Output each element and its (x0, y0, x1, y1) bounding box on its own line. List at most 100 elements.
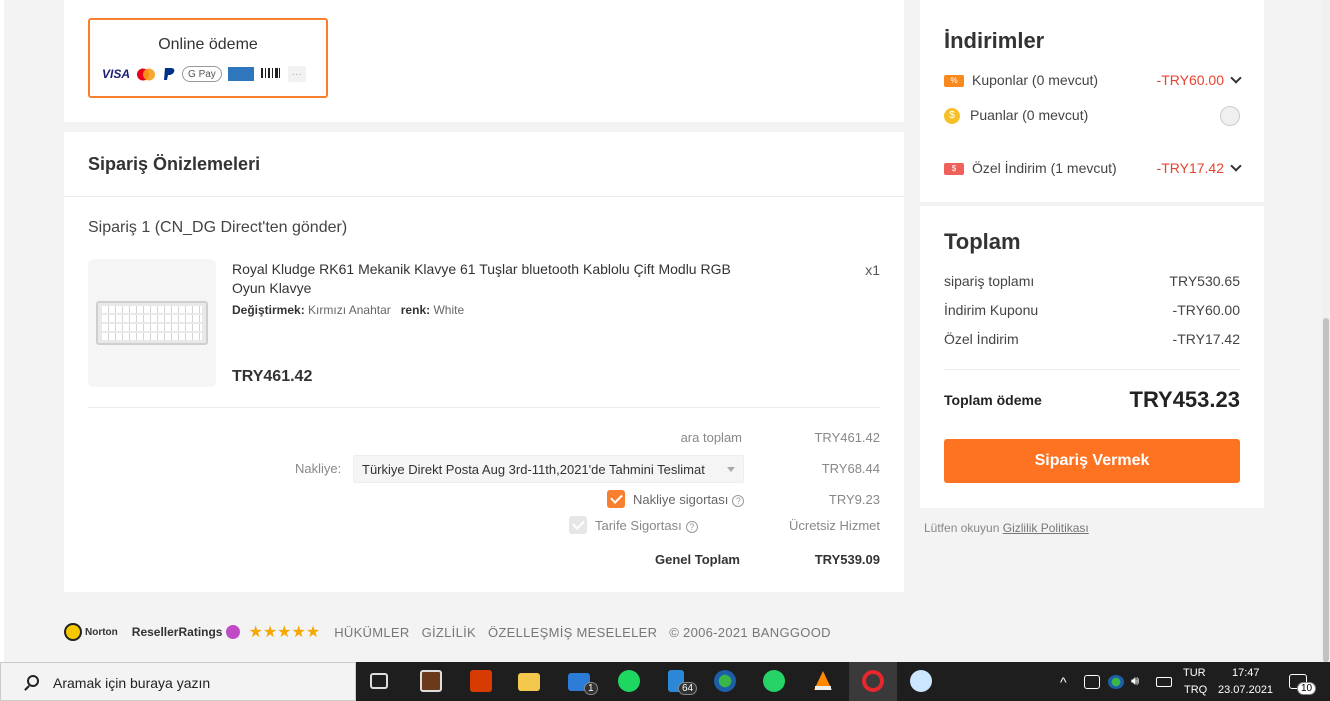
points-row: $ Puanlar (0 mevcut) (944, 106, 1240, 126)
product-attributes: Değiştirmek: Kırmızı Anahtar renk: White (232, 303, 464, 317)
vlc-icon[interactable] (812, 670, 834, 692)
shipping-insurance-checkbox[interactable] (607, 490, 625, 508)
notification-count: 10 (1297, 682, 1317, 695)
divider (64, 196, 904, 197)
order-total-label: sipariş toplamı (944, 273, 1035, 289)
coupons-value: -TRY60.00 (1156, 72, 1224, 88)
chevron-down-icon[interactable] (1230, 160, 1242, 172)
footer-link-terms[interactable]: HÜKÜMLER (334, 625, 409, 640)
search-icon (27, 675, 39, 687)
amex-logo (227, 67, 254, 81)
tariff-insurance-checkbox (569, 516, 587, 534)
product-image[interactable] (88, 259, 216, 387)
battery-icon[interactable] (1156, 677, 1172, 687)
attr-switch-label: Değiştirmek: (232, 303, 305, 317)
payment-total-label: Toplam ödeme (944, 392, 1042, 408)
minecraft-icon[interactable] (420, 670, 442, 692)
special-discount-row[interactable]: $ Özel İndirim (1 mevcut) -TRY17.42 (944, 160, 1242, 176)
verified-icon (226, 625, 241, 639)
footer-link-privacy[interactable]: GİZLİLİK (422, 625, 476, 640)
boleto-logo (260, 66, 282, 82)
footer-copyright: © 2006-2021 BANGGOOD (669, 624, 831, 640)
payment-card: Online ödeme VISA G Pay ··· (64, 0, 904, 122)
points-toggle[interactable] (1220, 106, 1240, 126)
special-total-label: Özel İndirim (944, 331, 1019, 347)
norton-check-icon (64, 623, 82, 641)
more-payment-icon[interactable]: ··· (287, 66, 306, 82)
coin-icon: $ (944, 108, 960, 125)
order-title: Sipariş 1 (CN_DG Direct'ten gönder) (88, 219, 348, 236)
attr-color-label: renk: (400, 303, 431, 317)
opera-icon[interactable] (862, 670, 884, 692)
help-icon[interactable]: ? (685, 520, 698, 533)
payment-option-title: Online ödeme (158, 36, 258, 53)
shipping-label: Nakliye: (295, 461, 342, 476)
chevron-down-icon[interactable] (1230, 72, 1242, 84)
tray-app-icon[interactable] (1084, 675, 1100, 689)
speaker-icon[interactable]: 🔊︎ (1131, 673, 1139, 689)
tray-network-icon[interactable] (1108, 675, 1124, 689)
total-title: Toplam (944, 229, 1021, 254)
task-view-icon[interactable] (370, 673, 388, 689)
norton-badge[interactable]: Norton (64, 623, 118, 641)
privacy-link[interactable]: Gizlilik Politikası (1003, 521, 1089, 535)
section-title: Sipariş Önizlemeleri (88, 154, 261, 174)
taskbar-search-box[interactable]: Aramak için buraya yazın (0, 662, 356, 701)
tariff-insurance-value: Ücretsiz Hizmet (788, 518, 880, 533)
coupons-row[interactable]: % Kuponlar (0 mevcut) -TRY60.00 (944, 72, 1242, 88)
tariff-insurance-label: Tarife Sigortası (595, 518, 682, 533)
footer-link-custom[interactable]: ÖZELLEŞMİŞ MESELELER (488, 625, 657, 640)
chevron-up-icon[interactable]: ^ (1060, 674, 1067, 690)
paint-icon[interactable] (910, 670, 932, 692)
payment-total-row: Toplam ödeme TRY453.23 (944, 387, 1240, 412)
product-name[interactable]: Royal Kludge RK61 Mekanik Klavye 61 Tuşl… (232, 260, 732, 298)
calc-badge: 64 (678, 682, 698, 695)
discounts-card: İndirimler % Kuponlar (0 mevcut) -TRY60.0… (920, 0, 1264, 202)
attr-color-value: White (433, 303, 465, 317)
special-discount-label: Özel İndirim (1 mevcut) (972, 160, 1117, 176)
file-explorer-icon[interactable] (518, 673, 540, 691)
special-discount-icon: $ (944, 163, 964, 176)
coupons-value-wrap: -TRY60.00 (1156, 72, 1242, 88)
coupon-discount-label: İndirim Kuponu (944, 302, 1039, 318)
order-total-row: sipariş toplamı TRY530.65 (944, 273, 1240, 289)
norton-label: Norton (85, 626, 118, 638)
tariff-insurance-row: Tarife Sigortası? (595, 518, 698, 533)
office-icon[interactable] (470, 670, 492, 692)
points-label: Puanlar (0 mevcut) (970, 107, 1089, 123)
discounts-title: İndirimler (944, 28, 1045, 53)
shipping-method-select[interactable]: Türkiye Direkt Posta Aug 3rd-11th,2021'd… (353, 455, 744, 483)
product-quantity: x1 (865, 262, 880, 278)
mail-badge: 1 (584, 682, 598, 695)
clock-date[interactable]: 23.07.2021 (1218, 684, 1273, 696)
payment-logos: VISA G Pay ··· (102, 66, 306, 82)
special-total-value: -TRY17.42 (1172, 331, 1240, 347)
coupon-icon: % (944, 75, 964, 88)
grand-total-label: Genel Toplam (655, 552, 740, 567)
scrollbar-thumb[interactable] (1323, 318, 1329, 662)
shipping-insurance-value: TRY9.23 (828, 492, 880, 507)
subtotal-value: TRY461.42 (814, 430, 880, 445)
paypal-logo (162, 66, 176, 82)
grand-total-value: TRY539.09 (814, 552, 880, 567)
coupon-discount-value: -TRY60.00 (1172, 302, 1240, 318)
visa-logo: VISA (102, 67, 131, 81)
language-primary[interactable]: TUR (1183, 667, 1206, 679)
coupon-discount-row: İndirim Kuponu -TRY60.00 (944, 302, 1240, 318)
product-price: TRY461.42 (232, 368, 313, 385)
help-icon[interactable]: ? (732, 494, 745, 507)
order-preview-card: Sipariş Önizlemeleri Sipariş 1 (CN_DG Di… (64, 132, 904, 592)
reseller-ratings-label[interactable]: ResellerRatings (132, 625, 223, 639)
keyboard-image (96, 301, 208, 345)
spotify-icon[interactable] (618, 670, 640, 692)
privacy-note: Lütfen okuyun Gizlilik Politikası (924, 521, 1089, 535)
language-secondary[interactable]: TRQ (1184, 684, 1207, 696)
clock-time[interactable]: 17:47 (1232, 667, 1260, 679)
online-payment-option[interactable]: Online ödeme VISA G Pay ··· (88, 18, 328, 98)
special-total-row: Özel İndirim -TRY17.42 (944, 331, 1240, 347)
privacy-text: Lütfen okuyun (924, 521, 1000, 535)
coupons-label: Kuponlar (0 mevcut) (972, 72, 1099, 88)
network-globe-icon[interactable] (714, 670, 736, 692)
whatsapp-icon[interactable] (763, 670, 785, 692)
place-order-button[interactable]: Sipariş Vermek (944, 439, 1240, 483)
